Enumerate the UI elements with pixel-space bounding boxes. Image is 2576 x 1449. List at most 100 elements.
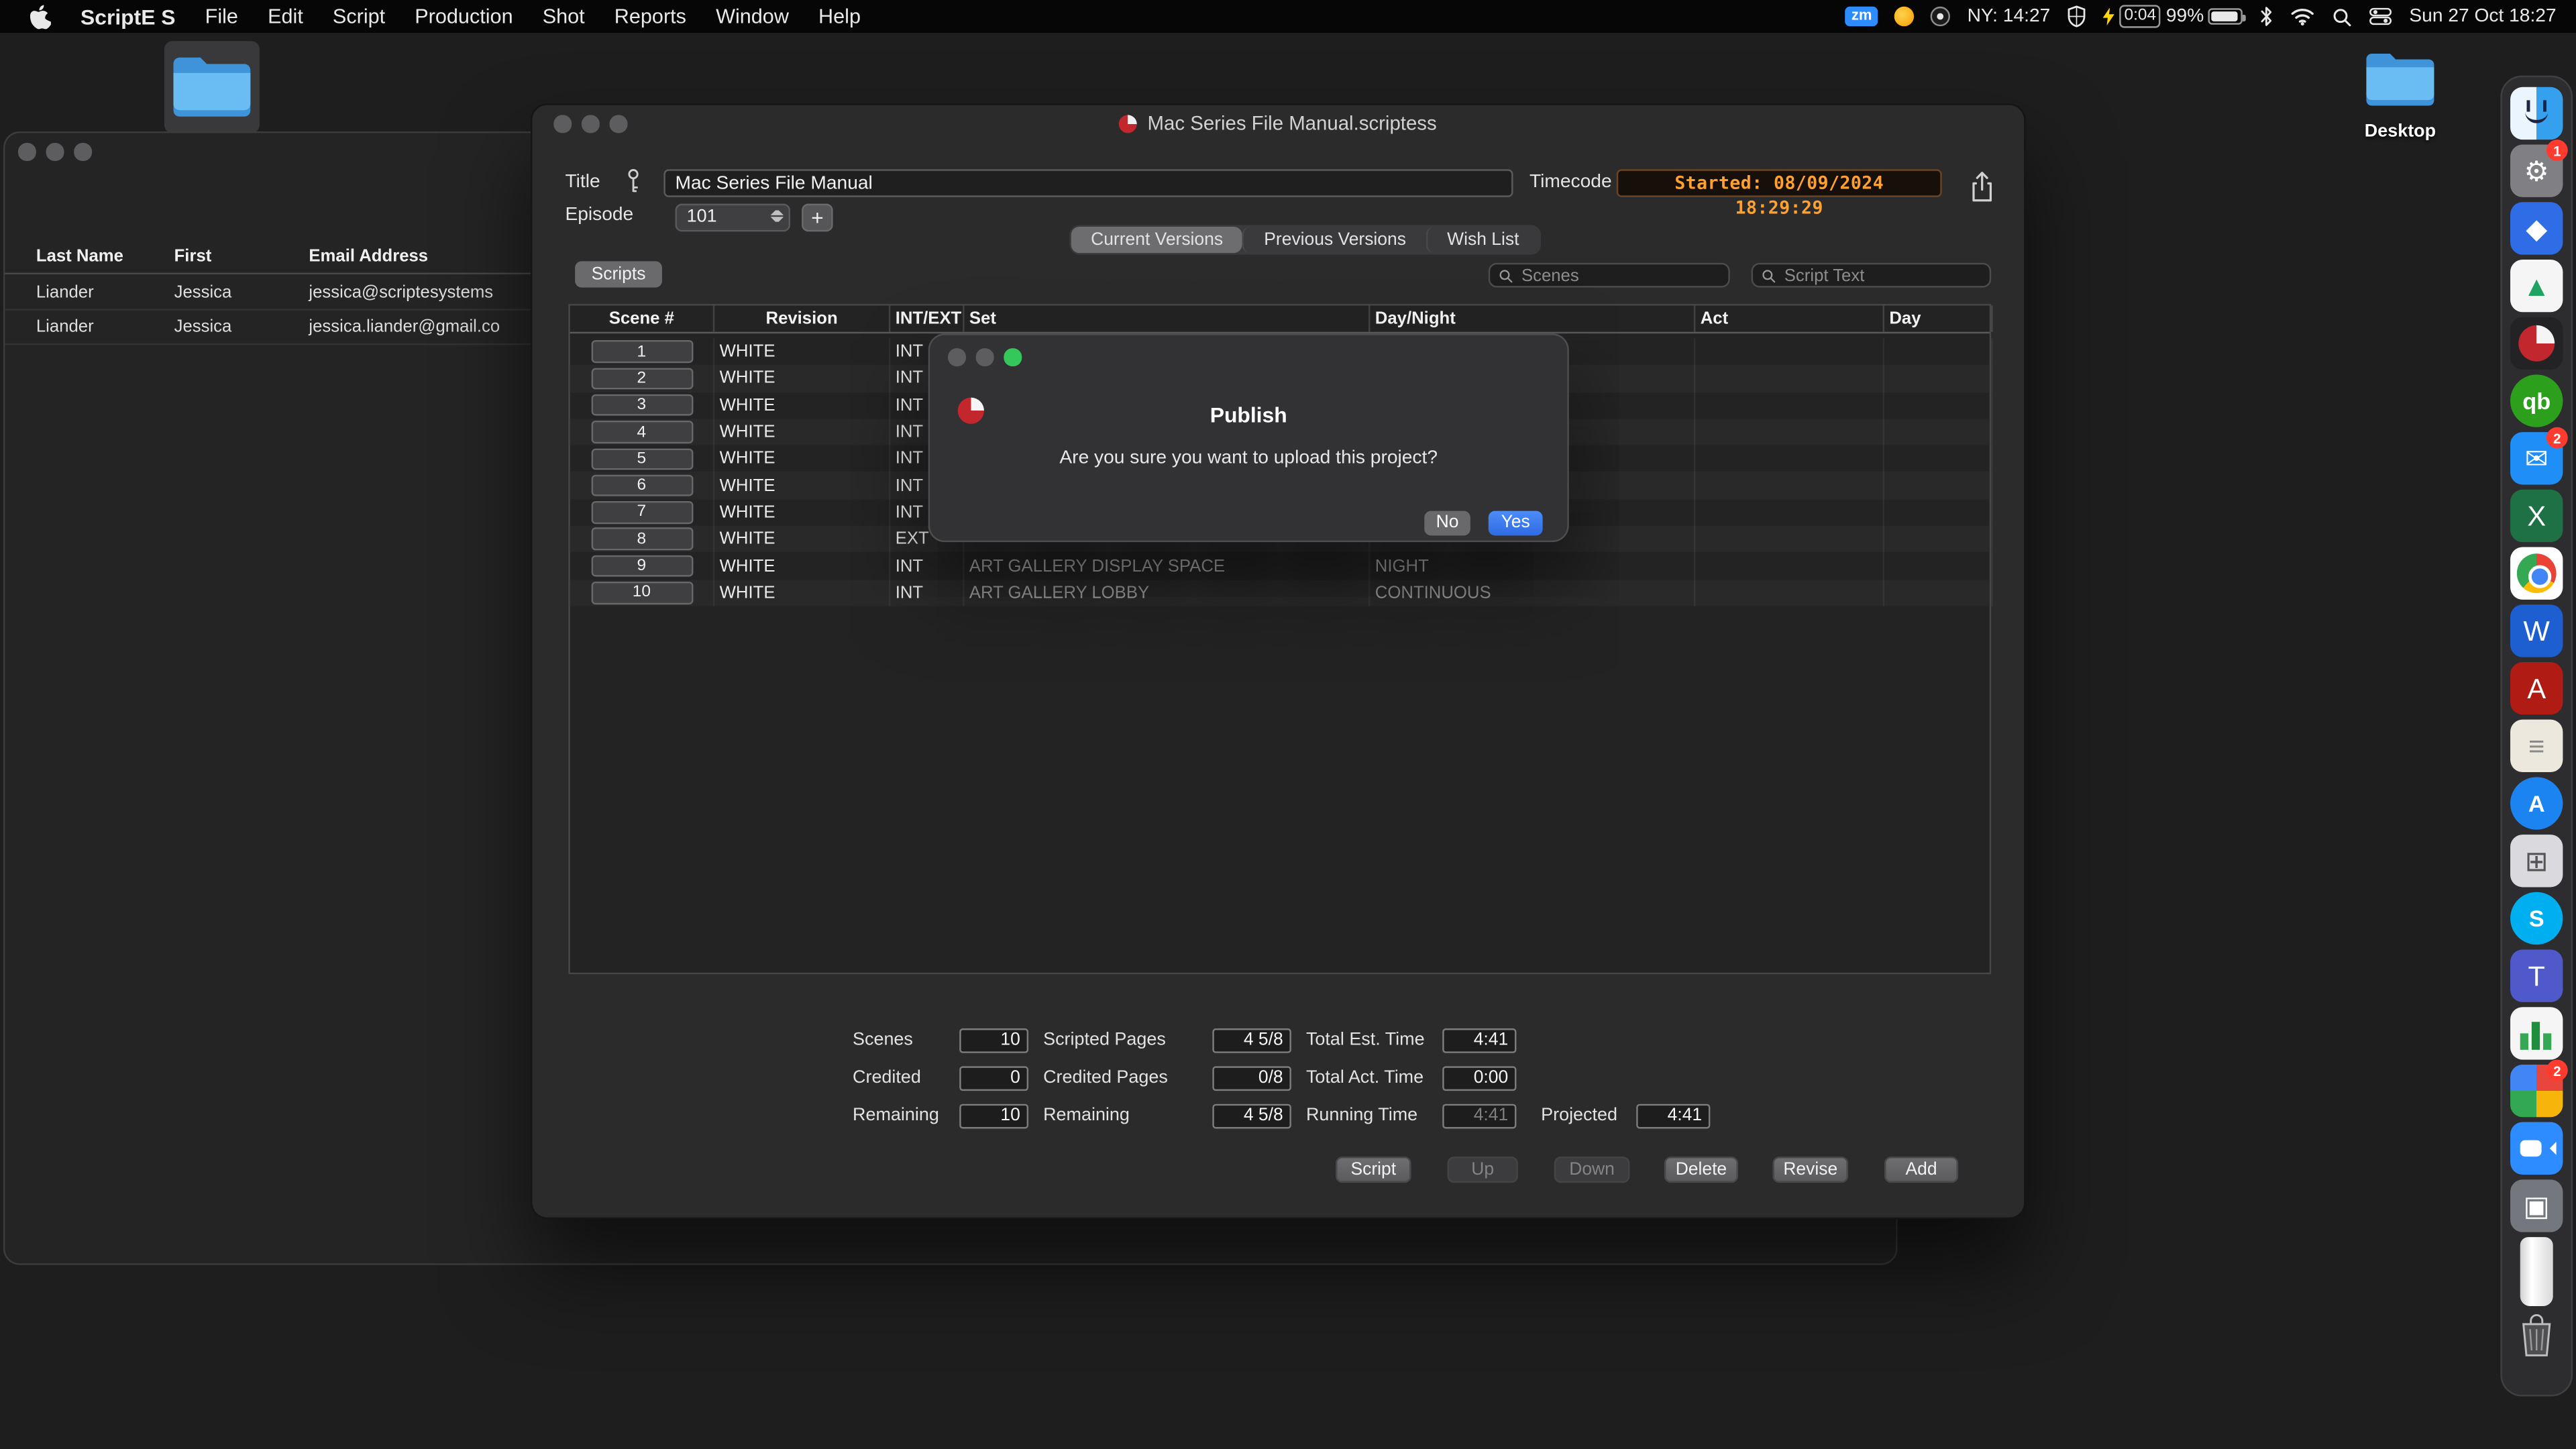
remaining-value[interactable]: 10 <box>959 1104 1029 1129</box>
scene-number[interactable]: 7 <box>590 501 693 524</box>
scenes-stat-value[interactable]: 10 <box>959 1028 1029 1053</box>
total-act-time-value[interactable]: 0:00 <box>1442 1066 1517 1091</box>
zoom-menubar-icon[interactable]: zm <box>1845 6 1879 27</box>
app-store-icon[interactable]: A <box>2510 777 2563 830</box>
scenes-search-input[interactable] <box>1518 264 1721 287</box>
menu-production[interactable]: Production <box>415 5 513 28</box>
total-est-time-value[interactable]: 4:41 <box>1442 1028 1517 1053</box>
google-drive-icon[interactable]: ▲ <box>2510 259 2563 313</box>
selected-desktop-folder[interactable] <box>164 41 260 133</box>
col-act[interactable]: Act <box>1695 305 1884 332</box>
up-button[interactable]: Up <box>1447 1157 1518 1183</box>
script-button[interactable]: Script <box>1336 1157 1411 1183</box>
running-time-value[interactable]: 4:41 <box>1442 1104 1517 1129</box>
key-icon[interactable] <box>626 168 641 196</box>
zoom-icon[interactable] <box>2510 1122 2563 1175</box>
amber-status-icon[interactable] <box>1894 6 1915 27</box>
col-scene[interactable]: Scene # <box>570 305 715 332</box>
record-status-icon[interactable] <box>1931 6 1951 27</box>
col-last-name[interactable]: Last Name <box>5 246 174 265</box>
menu-edit[interactable]: Edit <box>268 5 303 28</box>
col-revision[interactable]: Revision <box>714 305 891 332</box>
title-input[interactable] <box>663 169 1513 197</box>
tab-wish-list[interactable]: Wish List <box>1426 226 1538 254</box>
yes-button[interactable]: Yes <box>1488 511 1543 536</box>
quickbooks-icon[interactable]: qb <box>2510 374 2563 427</box>
launchpad-icon[interactable]: ⊞ <box>2510 835 2563 888</box>
scene-number[interactable]: 2 <box>590 367 693 390</box>
credited-value[interactable]: 0 <box>959 1066 1029 1091</box>
delete-button[interactable]: Delete <box>1664 1157 1739 1183</box>
scene-number[interactable]: 1 <box>590 340 693 363</box>
spotlight-search-icon[interactable] <box>2332 6 2353 28</box>
remote-desktop-icon[interactable]: ▣ <box>2510 1179 2563 1232</box>
credited-pages-value[interactable]: 0/8 <box>1212 1066 1291 1091</box>
system-settings-icon[interactable]: ⚙ 1 <box>2510 140 2568 197</box>
menu-window[interactable]: Window <box>716 5 789 28</box>
add-episode-button[interactable]: + <box>802 203 833 232</box>
scene-number[interactable]: 9 <box>590 555 693 578</box>
notes-icon[interactable]: ≡ <box>2510 719 2563 773</box>
script-text-search[interactable] <box>1751 262 1992 288</box>
battery-status[interactable]: 0:04 99% <box>2102 5 2247 28</box>
word-icon[interactable]: W <box>2510 604 2563 657</box>
skype-icon[interactable]: S <box>2510 892 2563 945</box>
menubar-clock[interactable]: Sun 27 Oct 18:27 <box>2409 7 2556 26</box>
menu-help[interactable]: Help <box>818 5 861 28</box>
menu-shot[interactable]: Shot <box>543 5 585 28</box>
col-day-night[interactable]: Day/Night <box>1370 305 1696 332</box>
col-int-ext[interactable]: INT/EXT <box>890 305 965 332</box>
numbers-chart-icon[interactable] <box>2510 1007 2563 1060</box>
blue-utility-icon[interactable]: ◆ <box>2510 202 2563 255</box>
projected-value[interactable]: 4:41 <box>1636 1104 1711 1129</box>
apple-menu-icon[interactable] <box>30 4 51 29</box>
bluetooth-icon[interactable] <box>2260 5 2275 28</box>
zoom-button[interactable] <box>1004 348 1022 366</box>
acrobat-icon[interactable]: A <box>2510 661 2563 715</box>
close-button[interactable] <box>948 348 965 366</box>
teams-icon[interactable]: T <box>2510 949 2563 1002</box>
tab-previous-versions[interactable]: Previous Versions <box>1242 226 1426 254</box>
zoom-button[interactable] <box>74 143 91 160</box>
control-center-icon[interactable] <box>2370 5 2393 28</box>
script-row-9[interactable]: 9 WHITE INT ART GALLERY DISPLAY SPACE NIGHT <box>570 552 1993 580</box>
add-button[interactable]: Add <box>1884 1157 1959 1183</box>
active-app-name[interactable]: ScriptE S <box>80 4 176 29</box>
revise-button[interactable]: Revise <box>1772 1157 1849 1183</box>
scripte-icon[interactable] <box>2510 317 2563 370</box>
script-row-10[interactable]: 10 WHITE INT ART GALLERY LOBBY CONTINUOUS <box>570 579 1993 606</box>
mail-icon[interactable]: ✉ 2 <box>2510 427 2568 485</box>
office-icon[interactable]: 2 <box>2510 1059 2568 1118</box>
publish-dialog[interactable]: Publish Are you sure you want to upload … <box>928 333 1569 543</box>
menu-file[interactable]: File <box>205 5 238 28</box>
trash-icon[interactable] <box>2510 1311 2563 1360</box>
col-day[interactable]: Day <box>1884 305 1993 332</box>
scripted-pages-value[interactable]: 4 5/8 <box>1212 1028 1291 1053</box>
scene-number[interactable]: 5 <box>590 447 693 470</box>
scene-number[interactable]: 4 <box>590 421 693 443</box>
minimize-button[interactable] <box>46 143 64 160</box>
canister-icon[interactable] <box>2520 1237 2553 1306</box>
col-first[interactable]: First <box>174 246 309 265</box>
scene-number[interactable]: 8 <box>590 528 693 551</box>
wifi-icon[interactable] <box>2291 7 2316 26</box>
no-button[interactable]: No <box>1424 511 1470 536</box>
minimize-button[interactable] <box>975 348 994 366</box>
ny-time-label[interactable]: NY: 14:27 <box>1968 7 2051 26</box>
chrome-icon[interactable] <box>2510 547 2563 600</box>
main-window[interactable]: Mac Series File Manual.scriptess Title T… <box>531 103 2026 1220</box>
tab-current-versions[interactable]: Current Versions <box>1071 226 1243 254</box>
scene-number[interactable]: 10 <box>590 582 693 604</box>
desktop-folder[interactable]: Desktop <box>2359 49 2441 142</box>
menu-script[interactable]: Script <box>333 5 385 28</box>
close-button[interactable] <box>17 143 36 160</box>
script-text-search-input[interactable] <box>1780 264 1982 287</box>
down-button[interactable]: Down <box>1554 1157 1630 1183</box>
share-upload-button[interactable] <box>1960 164 2003 207</box>
scenes-search[interactable] <box>1488 262 1730 288</box>
scene-number[interactable]: 3 <box>590 394 693 417</box>
timecode-field[interactable]: Started: 08/09/2024 18:29:29 <box>1616 169 1942 219</box>
finder-icon[interactable] <box>2510 87 2563 140</box>
col-set[interactable]: Set <box>965 305 1371 332</box>
shield-icon[interactable] <box>2067 5 2086 28</box>
